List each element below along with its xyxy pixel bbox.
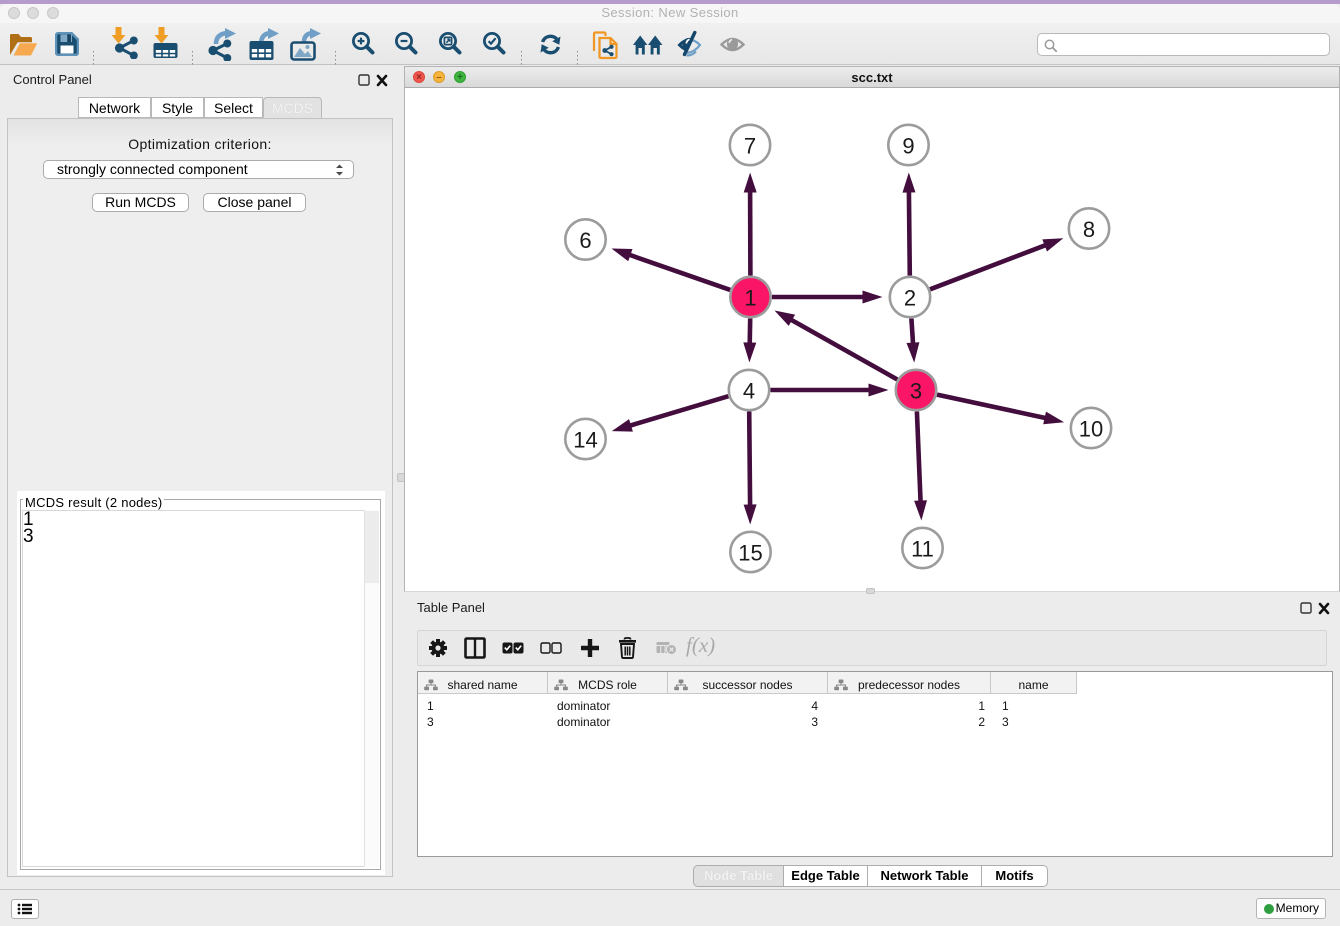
svg-text:3: 3	[910, 379, 922, 404]
svg-text:6: 6	[579, 228, 591, 253]
svg-text:9: 9	[902, 134, 914, 159]
svg-text:14: 14	[573, 428, 597, 453]
svg-text:1: 1	[744, 286, 756, 311]
svg-text:4: 4	[743, 379, 755, 404]
svg-text:8: 8	[1083, 217, 1095, 242]
svg-text:11: 11	[911, 537, 934, 562]
svg-text:2: 2	[904, 286, 916, 311]
svg-text:7: 7	[744, 134, 756, 159]
svg-text:10: 10	[1079, 417, 1103, 442]
svg-text:15: 15	[738, 541, 762, 566]
